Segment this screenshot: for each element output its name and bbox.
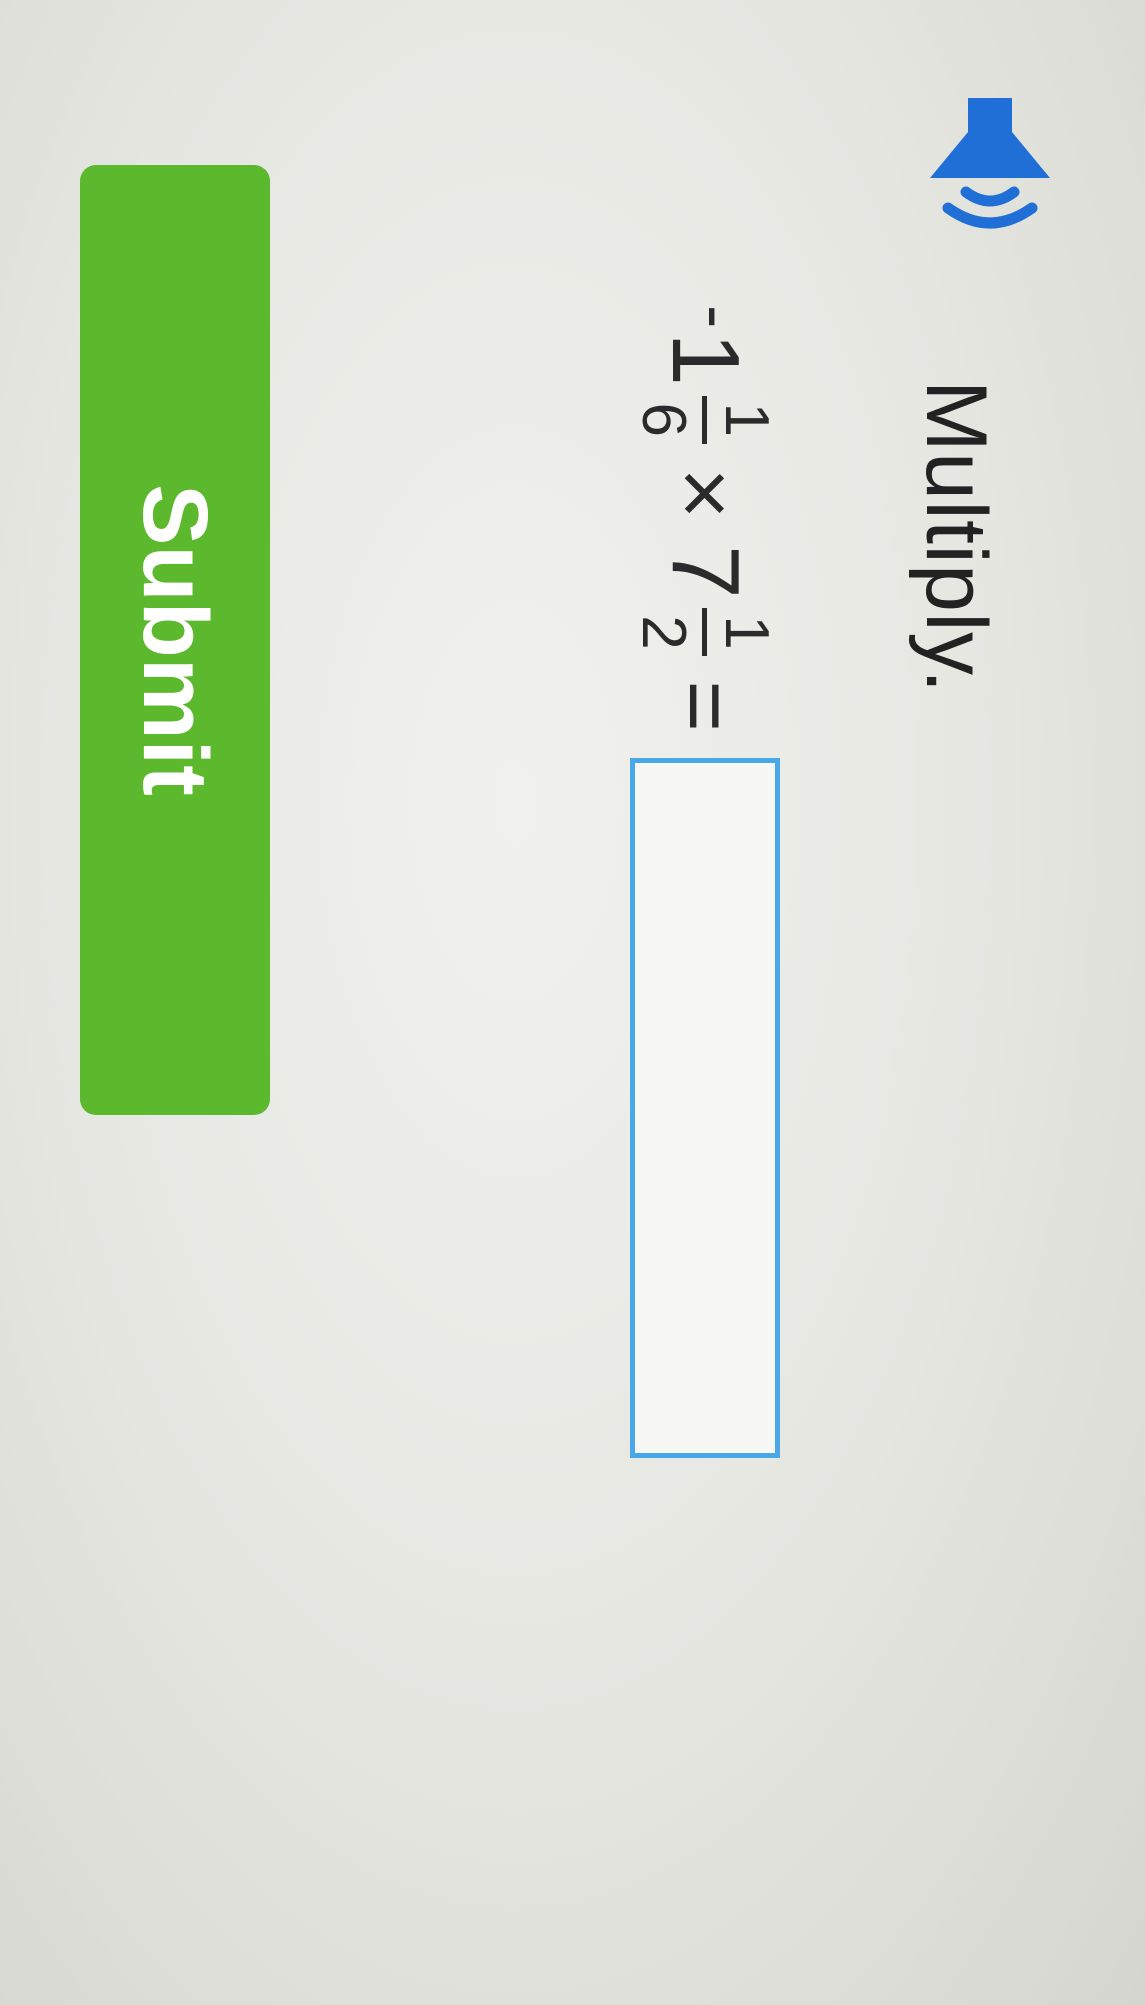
second-fraction-bar xyxy=(702,608,708,657)
multiplication-problem: - 1 1 6 × 7 1 2 = xyxy=(585,305,825,1458)
second-fraction: 1 2 xyxy=(629,608,781,657)
negative-sign: - xyxy=(678,305,756,329)
speaker-icon[interactable] xyxy=(910,80,1070,240)
second-numerator: 1 xyxy=(711,615,781,650)
first-whole-number: 1 xyxy=(652,332,759,386)
first-fraction: 1 6 xyxy=(629,395,781,444)
first-denominator: 6 xyxy=(629,402,699,437)
speaker-icon-graphic xyxy=(930,98,1050,229)
second-denominator: 2 xyxy=(629,615,699,650)
first-numerator: 1 xyxy=(711,402,781,437)
exercise-screen: Multiply. - 1 1 6 × 7 1 2 = Submit xyxy=(0,0,1145,2005)
first-fraction-bar xyxy=(702,395,708,444)
answer-input[interactable] xyxy=(630,757,780,1458)
submit-button[interactable]: Submit xyxy=(80,165,270,1115)
instruction-title: Multiply. xyxy=(908,380,1004,694)
multiply-sign: × xyxy=(656,467,755,520)
equals-sign: = xyxy=(656,680,755,732)
second-whole-number: 7 xyxy=(652,545,759,599)
